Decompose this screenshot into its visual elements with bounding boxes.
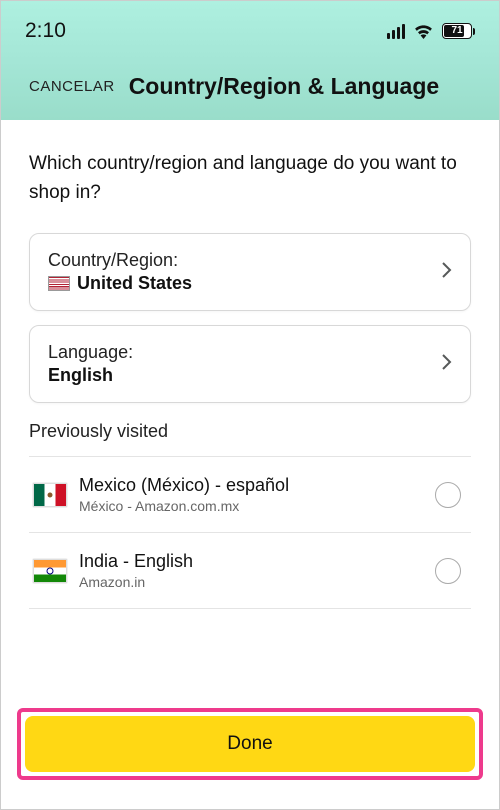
status-bar: 2:10 71 [1,1,499,61]
status-time: 2:10 [25,19,66,43]
previously-visited-item[interactable]: India - English Amazon.in [29,533,471,609]
header: CANCELAR Country/Region & Language [1,61,499,120]
radio-button[interactable] [435,482,461,508]
previously-visited-list: Mexico (México) - español México - Amazo… [29,456,471,609]
pv-name: Mexico (México) - español [79,475,435,496]
country-value: United States [77,273,192,294]
page-title: Country/Region & Language [129,73,440,100]
language-value: English [48,365,113,386]
cellular-signal-icon [387,24,406,39]
country-region-selector[interactable]: Country/Region: United States [29,233,471,311]
done-button[interactable]: Done [25,716,475,772]
status-icons: 71 [387,23,476,39]
us-flag-icon [48,276,70,291]
language-selector[interactable]: Language: English [29,325,471,403]
content: Which country/region and language do you… [1,120,499,609]
footer: Done [1,698,499,790]
chevron-right-icon [440,260,452,285]
prompt-text: Which country/region and language do you… [29,150,471,207]
battery-icon: 71 [442,23,475,39]
mexico-flag-icon [33,483,67,507]
pv-sub: México - Amazon.com.mx [79,498,435,514]
previously-visited-item[interactable]: Mexico (México) - español México - Amazo… [29,457,471,533]
country-label: Country/Region: [48,250,192,271]
pv-name: India - English [79,551,435,572]
wifi-icon [413,24,434,39]
radio-button[interactable] [435,558,461,584]
pv-sub: Amazon.in [79,574,435,590]
done-button-highlight: Done [17,708,483,780]
india-flag-icon [33,559,67,583]
chevron-right-icon [440,352,452,377]
previously-visited-title: Previously visited [29,421,471,442]
cancel-button[interactable]: CANCELAR [29,78,115,95]
language-label: Language: [48,342,133,363]
